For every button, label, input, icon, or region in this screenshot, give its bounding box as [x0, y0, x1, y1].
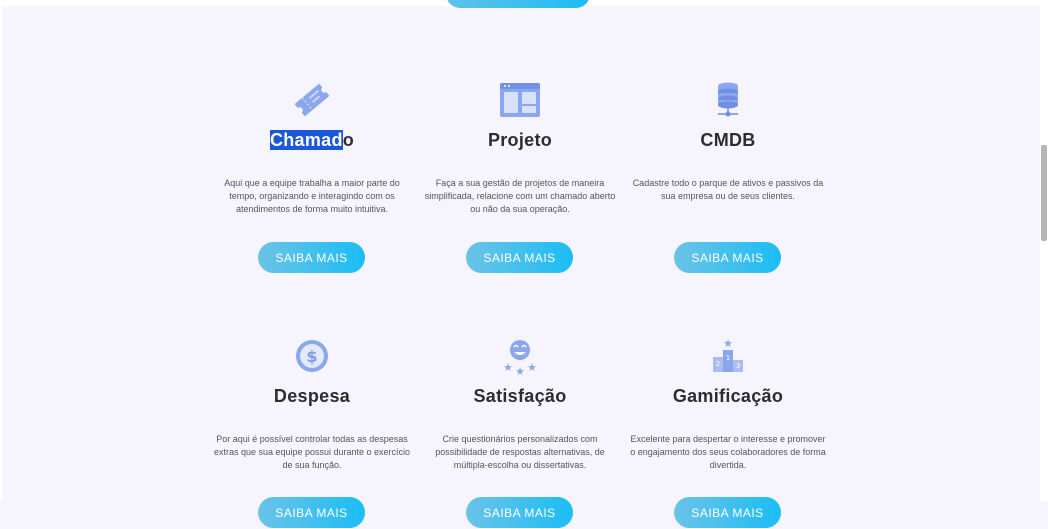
smiley-stars-icon: ★ ★ ★ — [498, 336, 542, 376]
svg-text:1: 1 — [726, 354, 730, 362]
svg-text:$: $ — [306, 347, 317, 366]
svg-text:★: ★ — [527, 361, 537, 374]
card-description: Faça a sua gestão de projetos de maneira… — [424, 178, 616, 214]
card-description: Excelente para despertar o interesse e p… — [630, 434, 826, 470]
card-description: Crie questionários personalizados com po… — [435, 434, 605, 470]
saiba-mais-button[interactable]: SAIBA MAIS — [466, 497, 573, 528]
svg-text:★: ★ — [503, 361, 513, 374]
saiba-mais-button[interactable]: SAIBA MAIS — [674, 497, 781, 528]
saiba-mais-button[interactable]: SAIBA MAIS — [466, 242, 573, 273]
svg-text:★: ★ — [515, 365, 525, 376]
database-server-icon — [706, 80, 750, 120]
saiba-mais-button[interactable]: SAIBA MAIS — [674, 242, 781, 273]
ticket-icon — [290, 80, 334, 120]
podium-icon: ★ 1 2 3 — [706, 336, 750, 376]
card-title: CMDB — [700, 130, 756, 150]
card-title: Chamado — [269, 130, 355, 150]
left-edge — [0, 0, 2, 501]
svg-text:3: 3 — [736, 362, 740, 370]
kanban-board-icon — [498, 80, 542, 120]
card-title: Satisfação — [473, 386, 567, 406]
svg-text:2: 2 — [716, 360, 720, 368]
svg-text:★: ★ — [723, 337, 733, 350]
dollar-coin-icon: $ — [290, 336, 334, 376]
card-title: Gamificação — [672, 386, 784, 406]
saiba-mais-button[interactable]: SAIBA MAIS — [258, 497, 365, 528]
card-description: Cadastre todo o parque de ativos e passi… — [632, 178, 824, 201]
saiba-mais-button[interactable]: SAIBA MAIS — [258, 242, 365, 273]
card-description: Aqui que a equipe trabalha a maior parte… — [224, 178, 400, 214]
partial-button-above[interactable] — [446, 0, 590, 8]
selected-text: Chamad — [269, 130, 343, 150]
card-title: Despesa — [273, 386, 351, 406]
card-title: Projeto — [487, 130, 553, 150]
scrollbar-track[interactable] — [1040, 0, 1048, 501]
scrollbar-thumb[interactable] — [1041, 145, 1047, 241]
card-description: Por aqui é possível controlar todas as d… — [213, 434, 411, 470]
